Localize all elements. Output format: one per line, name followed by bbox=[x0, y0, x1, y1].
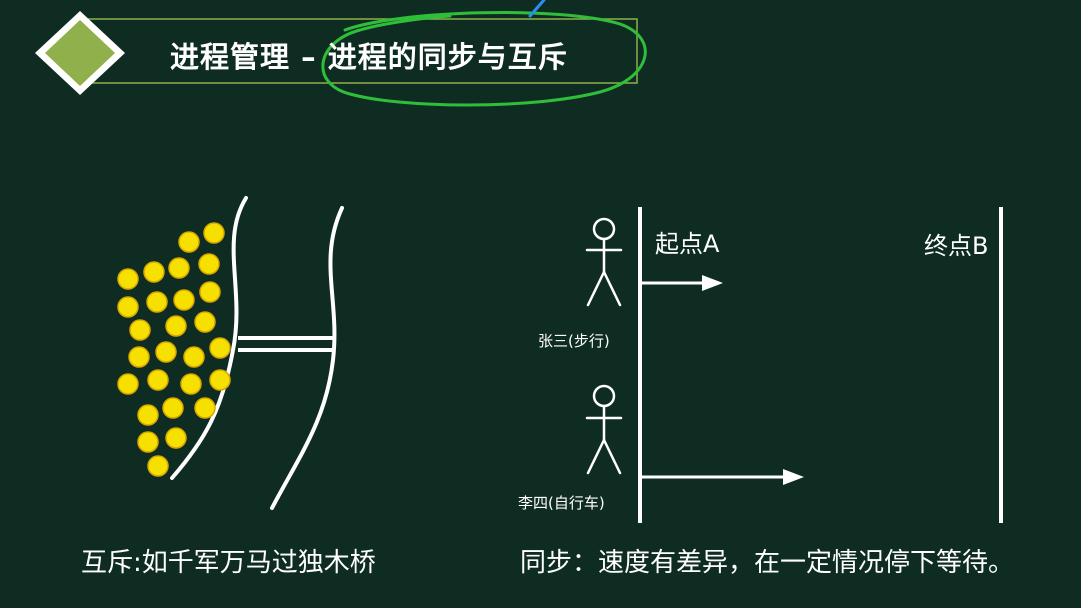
crowd-person-dot bbox=[165, 315, 187, 337]
crowd-person-dot bbox=[155, 341, 177, 363]
cyclist-figure-icon bbox=[585, 384, 623, 475]
cyclist-label: 李四(自行车) bbox=[518, 494, 605, 512]
crowd-person-dot bbox=[147, 369, 169, 391]
right-riverbank bbox=[270, 206, 344, 510]
crowd-person-dot bbox=[129, 319, 151, 341]
end-point-label: 终点B bbox=[924, 232, 989, 260]
crowd-person-dot bbox=[173, 289, 195, 311]
page-title: 进程管理 – 进程的同步与互斥 bbox=[170, 40, 568, 74]
arrow-head-icon bbox=[702, 275, 723, 291]
crowd-person-dot bbox=[146, 291, 168, 313]
crowd-person-dot bbox=[194, 311, 216, 333]
diamond-inner-icon bbox=[45, 20, 115, 86]
start-point-label: 起点A bbox=[655, 230, 720, 258]
walker-arrow bbox=[642, 275, 723, 291]
crowd-person-dot bbox=[183, 346, 205, 368]
cyclist-arrow bbox=[642, 469, 804, 485]
crowd-person-dot bbox=[137, 404, 159, 426]
crowd-person-dot bbox=[117, 268, 139, 290]
crowd-person-dot bbox=[178, 231, 200, 253]
mutex-diagram bbox=[117, 196, 344, 510]
crowd-person-dot bbox=[168, 257, 190, 279]
crowd-person-dot bbox=[137, 431, 159, 453]
crowd-person-dot bbox=[165, 427, 187, 449]
crowd-person-dot bbox=[117, 373, 139, 395]
crowd-person-dot bbox=[162, 397, 184, 419]
crowd-person-dot bbox=[194, 397, 216, 419]
crowd-person-dot bbox=[117, 296, 139, 318]
crowd bbox=[117, 222, 231, 477]
crowd-person-dot bbox=[143, 261, 165, 283]
crowd-person-dot bbox=[198, 253, 220, 275]
crowd-person-dot bbox=[203, 222, 225, 244]
crowd-person-dot bbox=[199, 281, 221, 303]
crowd-person-dot bbox=[128, 346, 150, 368]
slide: 进程管理 – 进程的同步与互斥 起点A 终点B 张三(步行) 李四(自行车) 互… bbox=[0, 0, 1081, 608]
walker-label: 张三(步行) bbox=[538, 332, 610, 350]
arrow-head-icon bbox=[783, 469, 804, 485]
crowd-person-dot bbox=[180, 373, 202, 395]
sync-caption: 同步：速度有差异，在一定情况停下等待。 bbox=[520, 548, 1015, 578]
walker-figure-icon bbox=[585, 217, 623, 307]
crowd-person-dot bbox=[209, 337, 231, 359]
crowd-person-dot bbox=[147, 455, 169, 477]
mutex-caption: 互斥:如千军万马过独木桥 bbox=[81, 548, 376, 578]
slide-canvas bbox=[35, 0, 1003, 523]
crowd-person-dot bbox=[209, 369, 231, 391]
